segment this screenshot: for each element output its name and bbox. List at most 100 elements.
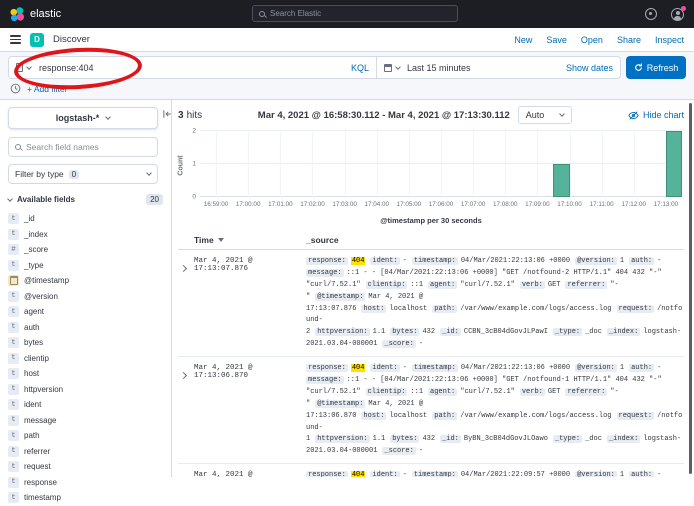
query-section: response:404 KQL Last 15 minutes Show da… <box>0 52 694 100</box>
time-column-header[interactable]: Time <box>194 235 306 245</box>
x-axis-tick-label: 17:07:00 <box>461 201 486 208</box>
field-type-text-icon: t <box>8 430 19 441</box>
field-type-text-icon: t <box>8 446 19 457</box>
source-field-label: referrer: <box>565 388 607 396</box>
available-fields-count: 20 <box>146 194 163 205</box>
source-field-value: _doc <box>585 328 602 336</box>
field-name: referrer <box>24 447 50 456</box>
expand-document-icon[interactable] <box>178 470 194 477</box>
source-field-label: ident: <box>370 471 399 477</box>
nav-action-link[interactable]: Share <box>617 35 641 45</box>
query-input[interactable]: response:404 KQL <box>8 56 377 79</box>
available-fields-label: Available fields <box>17 195 75 204</box>
hide-chart-icon <box>628 110 639 121</box>
saved-query-menu-icon[interactable] <box>16 63 23 72</box>
query-language-button[interactable]: KQL <box>351 63 369 73</box>
help-icon[interactable] <box>645 8 657 20</box>
index-pattern-name: logstash-* <box>56 113 100 123</box>
vertical-scrollbar[interactable] <box>689 103 692 474</box>
interval-select[interactable]: Auto <box>518 106 573 124</box>
discover-main: 3 hits Mar 4, 2021 @ 16:58:30.112 - Mar … <box>172 100 694 477</box>
nav-action-link[interactable]: New <box>514 35 532 45</box>
histogram-plot[interactable] <box>200 131 682 197</box>
field-list-item[interactable]: # _score <box>8 242 163 258</box>
date-picker[interactable]: Last 15 minutes Show dates <box>377 56 621 79</box>
field-list-item[interactable]: t auth <box>8 320 163 336</box>
field-list-item[interactable]: t clientip <box>8 351 163 367</box>
field-type-text-icon: t <box>8 337 19 348</box>
add-filter-button[interactable]: + Add filter <box>27 84 67 94</box>
source-field-value: - <box>657 257 661 265</box>
field-type-text-icon: t <box>8 229 19 240</box>
saved-queries-icon[interactable] <box>10 83 21 94</box>
field-list-item[interactable]: t agent <box>8 304 163 320</box>
field-name: path <box>24 431 40 440</box>
field-list-item[interactable]: @timestamp <box>8 273 163 289</box>
expand-document-icon[interactable] <box>178 256 194 351</box>
source-field-label: @version: <box>575 471 617 477</box>
filter-by-type-select[interactable]: Filter by type 0 <box>8 164 158 184</box>
source-field-label: ident: <box>370 364 399 372</box>
histogram-bar[interactable] <box>553 164 569 197</box>
field-list-item[interactable]: t request <box>8 459 163 475</box>
histogram-bar[interactable] <box>666 131 682 197</box>
source-field-value: ::1 <box>410 388 423 396</box>
chevron-down-icon <box>7 196 13 202</box>
elastic-logo[interactable]: elastic <box>10 7 61 22</box>
query-text: response:404 <box>39 63 347 73</box>
expand-column-header <box>178 235 194 245</box>
source-field-label: auth: <box>629 257 654 265</box>
field-list-item[interactable]: t _id <box>8 211 163 227</box>
highlighted-match: 404 <box>351 471 366 477</box>
source-field-value: _doc <box>585 435 602 443</box>
field-list-item[interactable]: t bytes <box>8 335 163 351</box>
field-list-item[interactable]: t _index <box>8 227 163 243</box>
calendar-icon <box>384 64 392 72</box>
field-list-item[interactable]: t referrer <box>8 444 163 460</box>
nav-action-link[interactable]: Inspect <box>655 35 684 45</box>
refresh-button[interactable]: Refresh <box>626 56 686 79</box>
collapse-sidebar-icon[interactable] <box>162 109 172 119</box>
field-type-text-icon: t <box>8 477 19 488</box>
available-fields-header[interactable]: Available fields 20 <box>8 194 163 205</box>
menu-icon[interactable] <box>10 35 21 44</box>
source-field-label: agent: <box>428 388 457 396</box>
field-list-item[interactable]: t path <box>8 428 163 444</box>
field-list-item[interactable]: t timestamp <box>8 490 163 506</box>
user-avatar-icon[interactable] <box>671 8 684 21</box>
hits-label: hits <box>187 110 203 121</box>
field-type-text-icon: t <box>8 384 19 395</box>
source-field-value: 04/Mar/2021:22:13:06 +0000 <box>461 364 570 372</box>
nav-action-link[interactable]: Open <box>581 35 603 45</box>
chevron-down-icon <box>105 114 111 120</box>
field-list-item[interactable]: t @version <box>8 289 163 305</box>
show-dates-button[interactable]: Show dates <box>566 63 613 73</box>
index-pattern-select[interactable]: logstash-* <box>8 107 158 129</box>
source-field-label: timestamp: <box>412 471 458 477</box>
field-name: _type <box>24 261 44 270</box>
field-search-input[interactable]: Search field names <box>8 137 158 157</box>
global-search-input[interactable]: Search Elastic <box>252 5 458 22</box>
field-type-text-icon: t <box>8 260 19 271</box>
field-type-text-icon: t <box>8 368 19 379</box>
chevron-down-icon <box>559 111 565 117</box>
x-axis-tick-label: 17:10:00 <box>557 201 582 208</box>
hide-chart-button[interactable]: Hide chart <box>628 110 684 121</box>
source-field-label: response: <box>306 364 348 372</box>
source-column-header[interactable]: _source <box>306 235 684 245</box>
expand-document-icon[interactable] <box>178 363 194 458</box>
field-list-item[interactable]: t response <box>8 475 163 491</box>
field-list-item[interactable]: t _type <box>8 258 163 274</box>
source-field-value: - <box>657 471 661 477</box>
source-field-label: bytes: <box>390 328 419 336</box>
field-list-item[interactable]: t message <box>8 413 163 429</box>
field-list-item[interactable]: t ident <box>8 397 163 413</box>
field-list-item[interactable]: t host <box>8 366 163 382</box>
field-list-item[interactable]: t httpversion <box>8 382 163 398</box>
field-name: response <box>24 478 57 487</box>
x-axis-tick-label: 17:03:00 <box>332 201 357 208</box>
nav-action-link[interactable]: Save <box>546 35 567 45</box>
source-field-label: @version: <box>575 364 617 372</box>
document-source: response:404ident:-timestamp:04/Mar/2021… <box>306 470 684 477</box>
document-time: Mar 4, 2021 @ 17:13:07.876 <box>194 256 306 351</box>
